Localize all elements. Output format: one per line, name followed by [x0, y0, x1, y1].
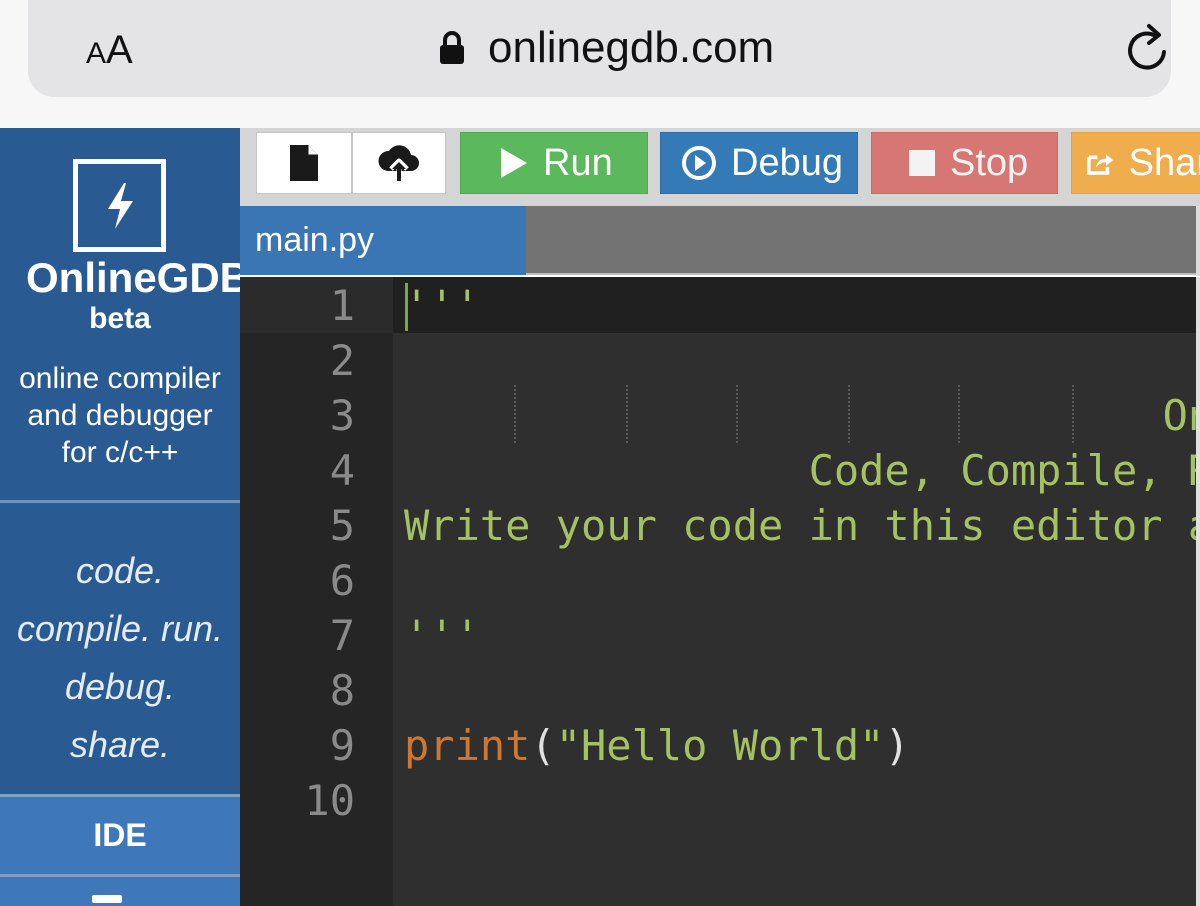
line-number: 8 — [329, 666, 355, 715]
code-editor[interactable]: 1 2 3 4 5 6 7 8 9 10 ''' Online Python C… — [240, 277, 1200, 906]
lightning-bolt-icon — [108, 183, 133, 229]
code-line: ''' — [404, 611, 480, 660]
upload-button[interactable] — [352, 132, 446, 194]
editor-right-edge — [1196, 277, 1200, 906]
tab-main-py[interactable]: main.py — [240, 206, 526, 275]
tab-label: main.py — [255, 221, 375, 259]
address-bar[interactable]: AA onlinegdb.com — [28, 0, 1171, 97]
motto-line: compile. run. — [16, 608, 224, 649]
code-line: Online Python Compiler. — [1162, 391, 1200, 440]
sidebar: OnlineGDB beta online compiler and debug… — [0, 128, 240, 906]
line-number: 7 — [329, 611, 355, 660]
url-display[interactable]: onlinegdb.com — [438, 20, 774, 76]
debug-label: Debug — [731, 141, 843, 184]
line-number: 3 — [329, 391, 355, 440]
line-number: 6 — [329, 556, 355, 605]
stop-button[interactable]: Stop — [871, 132, 1058, 194]
code-paren: ( — [530, 721, 556, 770]
sidebar-item-next[interactable] — [0, 874, 240, 906]
toolbar: Run Debug Stop Share — [240, 128, 1200, 206]
text-size-large-label: A — [106, 28, 133, 72]
line-number: 5 — [329, 501, 355, 550]
run-label: Run — [543, 141, 613, 184]
sidebar-item-partial-label — [92, 895, 122, 903]
code-string: "Hello World" — [555, 721, 885, 770]
code-function: print — [404, 721, 531, 770]
browser-address-area: AA onlinegdb.com — [0, 0, 1200, 128]
file-tab-bar: main.py — [240, 206, 1200, 275]
tagline-line: online compiler — [19, 362, 221, 395]
line-number: 9 — [329, 721, 355, 770]
code-line: Write your code in this editor and press… — [404, 501, 1200, 550]
line-number: 2 — [329, 336, 355, 385]
tagline-line: for c/c++ — [61, 436, 179, 469]
line-number: 1 — [329, 281, 355, 330]
beta-label: beta — [89, 302, 151, 335]
sidebar-item-ide[interactable]: IDE — [0, 794, 240, 874]
run-button[interactable]: Run — [460, 132, 648, 194]
lock-icon — [440, 31, 464, 64]
share-label: Share — [1128, 141, 1200, 184]
text-size-button[interactable]: AA — [86, 28, 133, 73]
code-line: Code, Compile, Run and Debug python prog… — [808, 446, 1200, 495]
share-icon — [1087, 154, 1114, 175]
url-text: onlinegdb.com — [488, 23, 775, 72]
debug-button[interactable]: Debug — [660, 132, 858, 194]
sidebar-item-label: IDE — [93, 817, 147, 853]
logo[interactable] — [73, 159, 166, 252]
motto-line: share. — [69, 724, 171, 765]
stop-label: Stop — [950, 141, 1029, 184]
motto-line: code. — [75, 550, 165, 591]
share-button[interactable]: Share — [1071, 132, 1200, 194]
line-number: 10 — [304, 776, 355, 825]
file-icon — [290, 145, 318, 181]
tagline: online compiler and debugger for c/c++ — [0, 360, 240, 471]
cloud-upload-icon — [378, 145, 419, 181]
motto: code. compile. run. debug. share. — [0, 542, 240, 774]
text-size-small-label: A — [86, 37, 107, 70]
new-file-button[interactable] — [256, 132, 352, 194]
line-number: 4 — [329, 446, 355, 495]
stop-square-icon — [909, 150, 935, 176]
text-cursor — [405, 283, 408, 331]
code-line: ''' — [404, 281, 480, 330]
tagline-line: and debugger — [27, 399, 213, 432]
sidebar-divider — [0, 500, 240, 503]
reload-icon[interactable] — [1124, 22, 1174, 74]
right-edge — [1196, 206, 1200, 276]
code-paren: ) — [884, 721, 910, 770]
brand-name: OnlineGDB — [26, 254, 240, 301]
code-line: print("Hello World") — [404, 718, 910, 773]
motto-line: debug. — [64, 666, 176, 707]
debug-play-circle-icon — [682, 146, 716, 180]
play-icon — [501, 148, 527, 178]
